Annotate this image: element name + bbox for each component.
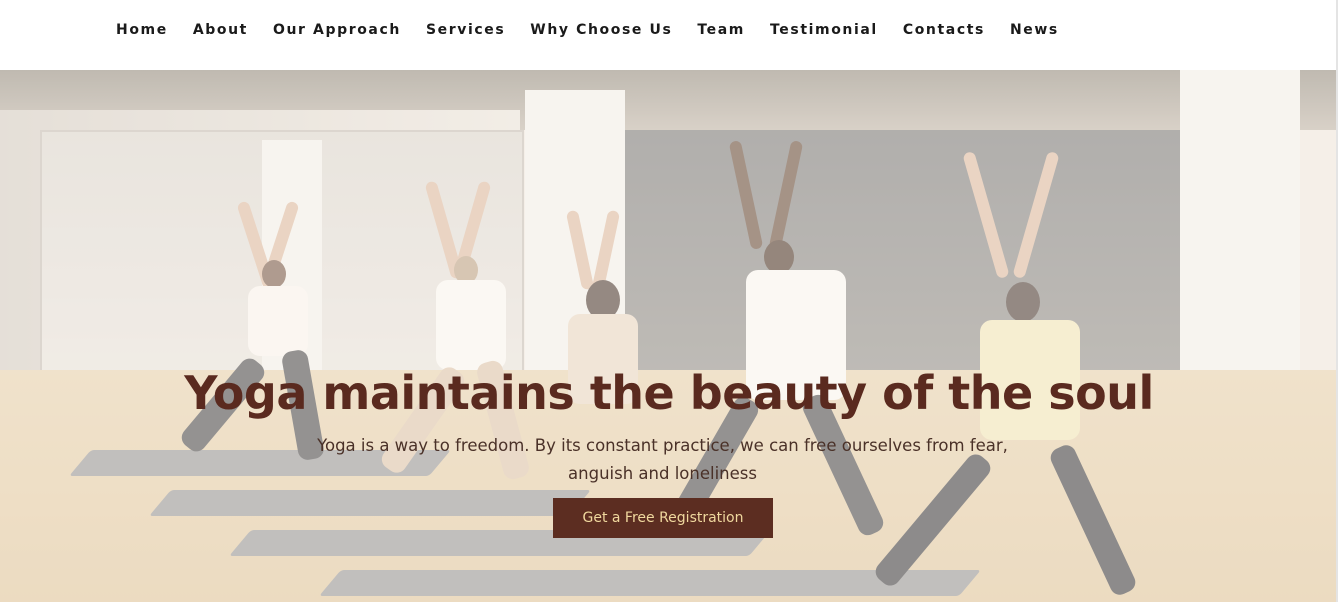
- free-registration-button[interactable]: Get a Free Registration: [553, 498, 773, 538]
- nav-item-testimonial[interactable]: Testimonial: [770, 22, 878, 38]
- hero-title: Yoga maintains the beauty of the soul: [184, 366, 1154, 420]
- nav-item-contacts[interactable]: Contacts: [903, 22, 985, 38]
- nav-item-home[interactable]: Home: [116, 22, 168, 38]
- nav-item-team[interactable]: Team: [697, 22, 745, 38]
- nav-item-our-approach[interactable]: Our Approach: [273, 22, 401, 38]
- main-nav: Home About Our Approach Services Why Cho…: [116, 22, 1084, 38]
- nav-item-about[interactable]: About: [193, 22, 248, 38]
- nav-item-services[interactable]: Services: [426, 22, 505, 38]
- hero-subtitle: Yoga is a way to freedom. By its constan…: [317, 436, 1008, 483]
- nav-item-news[interactable]: News: [1010, 22, 1059, 38]
- top-navigation-bar: Home About Our Approach Services Why Cho…: [0, 0, 1338, 70]
- nav-item-why-choose-us[interactable]: Why Choose Us: [530, 22, 672, 38]
- hero-section: Yoga maintains the beauty of the soul Yo…: [0, 70, 1338, 602]
